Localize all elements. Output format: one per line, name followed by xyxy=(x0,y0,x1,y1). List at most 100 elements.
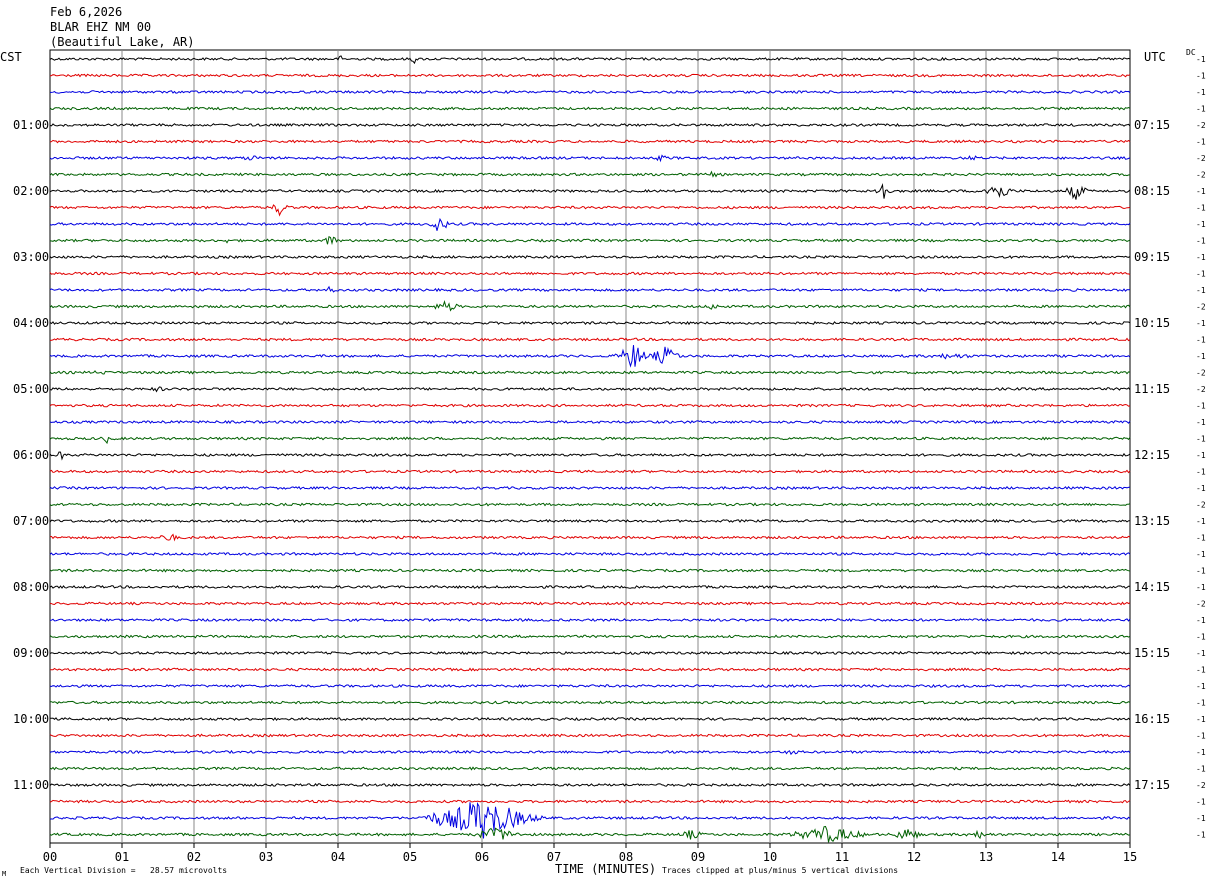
dc-offset-label: -1 xyxy=(1196,715,1206,724)
utc-time-label: 13:15 xyxy=(1134,514,1170,528)
seismogram-trace xyxy=(50,89,1131,94)
dc-offset-label: -2 xyxy=(1196,303,1206,312)
dc-offset-label: -2 xyxy=(1196,501,1206,510)
utc-time-label: 14:15 xyxy=(1134,580,1170,594)
seismogram-trace xyxy=(49,601,1131,606)
plot-frame xyxy=(49,49,1131,844)
x-tick-label: 04 xyxy=(331,850,345,864)
seismogram-trace xyxy=(49,106,1131,111)
dc-offset-label: -1 xyxy=(1196,732,1206,741)
dc-offset-label: -1 xyxy=(1196,748,1206,757)
utc-time-label: 10:15 xyxy=(1134,316,1170,330)
seismogram-trace xyxy=(49,650,1131,656)
dc-offset-label: -1 xyxy=(1196,765,1206,774)
dc-offset-label: -1 xyxy=(1196,699,1206,708)
seismogram-trace xyxy=(49,122,1131,127)
seismogram-trace xyxy=(49,154,1131,163)
seismogram-trace xyxy=(49,749,1131,756)
dc-offset-label: -2 xyxy=(1196,369,1206,378)
x-tick-label: 15 xyxy=(1123,850,1137,864)
seismogram-trace xyxy=(49,386,1131,393)
dc-offset-label: -1 xyxy=(1196,583,1206,592)
cst-time-label: 02:00 xyxy=(13,184,49,198)
x-tick-label: 01 xyxy=(115,850,129,864)
dc-offset-label: -2 xyxy=(1196,781,1206,790)
utc-time-label: 11:15 xyxy=(1134,382,1170,396)
seismogram-trace xyxy=(49,419,1131,425)
utc-time-label: 12:15 xyxy=(1134,448,1170,462)
seismogram-trace xyxy=(49,733,1131,738)
seismogram-trace xyxy=(49,403,1131,408)
dc-offset-label: -1 xyxy=(1196,517,1206,526)
utc-time-label: 09:15 xyxy=(1134,250,1170,264)
seismogram-trace xyxy=(49,370,1131,375)
dc-offset-label: -1 xyxy=(1196,666,1206,675)
seismogram-trace xyxy=(49,271,1131,276)
dc-offset-label: -1 xyxy=(1196,220,1206,229)
seismogram-trace xyxy=(49,568,1131,573)
x-tick-label: 11 xyxy=(835,850,849,864)
utc-time-label: 16:15 xyxy=(1134,712,1170,726)
cst-time-label: 01:00 xyxy=(13,118,49,132)
cst-time-label: 11:00 xyxy=(13,778,49,792)
dc-offset-label: -2 xyxy=(1196,600,1206,609)
dc-offset-label: -1 xyxy=(1196,105,1206,114)
cst-time-label: 03:00 xyxy=(13,250,49,264)
x-axis-title: TIME (MINUTES) xyxy=(555,862,657,876)
dc-offset-label: -1 xyxy=(1196,418,1206,427)
seismogram-trace xyxy=(49,139,1131,144)
dc-offset-label: -2 xyxy=(1196,171,1206,180)
dc-offset-label: -1 xyxy=(1196,484,1206,493)
dc-offset-label: -1 xyxy=(1196,319,1206,328)
seismogram-trace xyxy=(49,436,1131,445)
dc-offset-label: -1 xyxy=(1196,237,1206,246)
seismogram-trace xyxy=(49,716,1131,722)
seismogram-trace xyxy=(49,451,1131,461)
dc-offset-label: -1 xyxy=(1196,682,1206,691)
dc-offset-label: -1 xyxy=(1196,550,1206,559)
dc-offset-label: -1 xyxy=(1196,567,1206,576)
dc-offset-label: -2 xyxy=(1196,154,1206,163)
dc-offset-label: -1 xyxy=(1196,270,1206,279)
dc-offset-label: -1 xyxy=(1196,336,1206,345)
x-tick-label: 09 xyxy=(691,850,705,864)
seismogram-trace xyxy=(49,667,1131,672)
seismogram-trace xyxy=(49,585,1130,590)
dc-offset-label: -2 xyxy=(1196,385,1206,394)
dc-offset-label: -2 xyxy=(1196,121,1206,130)
seismogram-trace xyxy=(49,217,1131,231)
cst-time-label: 09:00 xyxy=(13,646,49,660)
seismogram-trace xyxy=(49,182,1131,200)
x-tick-label: 13 xyxy=(979,850,993,864)
dc-offset-label: -1 xyxy=(1196,435,1206,444)
seismogram-trace xyxy=(49,345,1131,368)
dc-offset-label: -1 xyxy=(1196,88,1206,97)
seismogram-trace xyxy=(49,552,1131,557)
x-tick-label: 12 xyxy=(907,850,921,864)
cst-time-label: 04:00 xyxy=(13,316,49,330)
dc-offset-label: -1 xyxy=(1196,451,1206,460)
dc-offset-label: -1 xyxy=(1196,352,1206,361)
seismogram-trace xyxy=(49,73,1131,78)
clipping-note: Traces clipped at plus/minus 5 vertical … xyxy=(662,866,899,875)
dc-offset-label: -1 xyxy=(1196,253,1206,262)
footer-mark: M xyxy=(2,870,7,878)
cst-time-label: 06:00 xyxy=(13,448,49,462)
seismogram-trace xyxy=(49,170,1131,178)
seismogram-trace xyxy=(49,634,1131,639)
seismogram-trace xyxy=(49,204,1131,217)
seismogram-trace xyxy=(49,766,1131,771)
dc-offset-label: -1 xyxy=(1196,402,1206,411)
seismogram-trace xyxy=(49,825,1131,843)
x-tick-label: 05 xyxy=(403,850,417,864)
x-tick-label: 14 xyxy=(1051,850,1065,864)
dc-offset-label: -1 xyxy=(1196,468,1206,477)
dc-offset-label: -1 xyxy=(1196,616,1206,625)
dc-offset-label: -1 xyxy=(1196,72,1206,81)
seismogram-trace xyxy=(49,299,1131,312)
x-tick-label: 00 xyxy=(43,850,57,864)
utc-time-label: 08:15 xyxy=(1134,184,1170,198)
dc-offset-label: -1 xyxy=(1196,633,1206,642)
cst-time-label: 05:00 xyxy=(13,382,49,396)
x-tick-label: 02 xyxy=(187,850,201,864)
